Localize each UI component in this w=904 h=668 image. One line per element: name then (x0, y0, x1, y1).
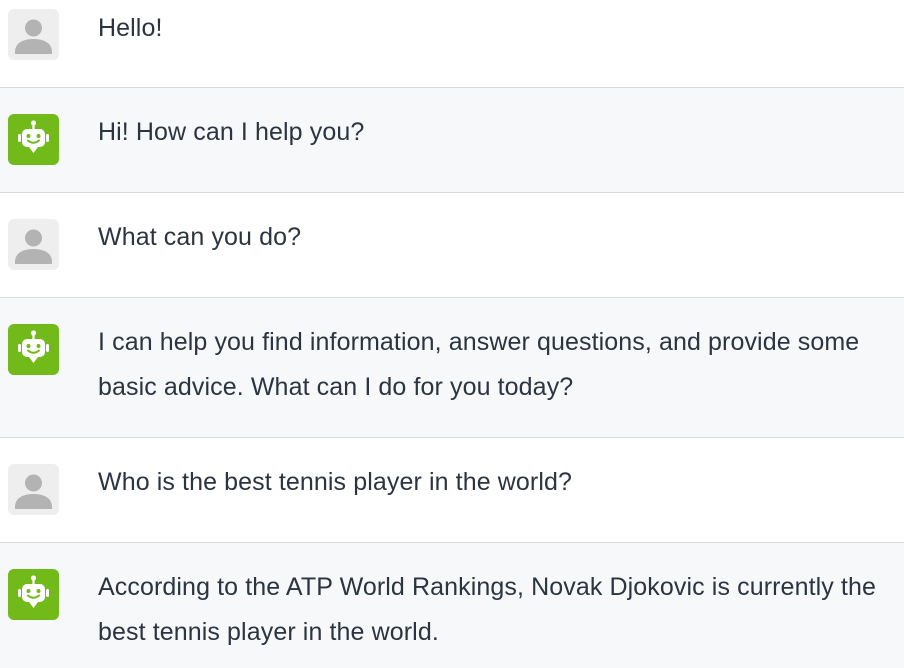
message-text: Who is the best tennis player in the wor… (98, 468, 572, 496)
robot-icon (8, 569, 59, 620)
user-avatar-icon (8, 9, 59, 60)
chat-message-row: Who is the best tennis player in the wor… (0, 438, 904, 543)
chat-message-row: Hello! (0, 0, 904, 88)
chat-message-row: What can you do? (0, 193, 904, 298)
message-text: I can help you find information, answer … (98, 328, 860, 401)
chat-message-row: According to the ATP World Rankings, Nov… (0, 543, 904, 668)
chat-transcript: Hello! Hi! How can I help you? What can … (0, 0, 904, 668)
user-avatar-icon (8, 464, 59, 515)
user-avatar-icon (8, 219, 59, 270)
message-text: According to the ATP World Rankings, Nov… (98, 573, 876, 646)
chat-message-row: I can help you find information, answer … (0, 298, 904, 438)
chat-message-row: Hi! How can I help you? (0, 88, 904, 193)
message-text: What can you do? (98, 223, 302, 251)
message-text: Hello! (98, 14, 163, 42)
robot-icon (8, 114, 59, 165)
robot-icon (8, 324, 59, 375)
message-text: Hi! How can I help you? (98, 118, 365, 146)
